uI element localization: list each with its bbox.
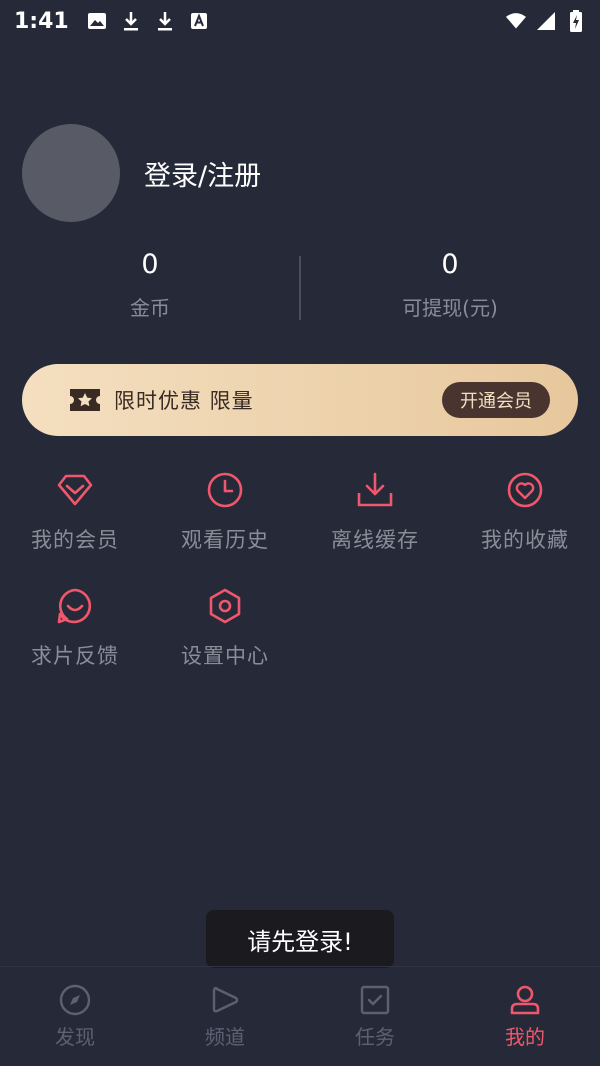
- user-icon: [508, 983, 542, 1017]
- vip-promo-text: 限时优惠 限量: [114, 389, 254, 413]
- coins-label: 金币: [130, 296, 170, 320]
- menu-item-membership[interactable]: 我的会员: [0, 470, 150, 562]
- bottom-nav: 发现 频道 任务 我的: [0, 966, 600, 1066]
- status-system-icons: [506, 10, 586, 32]
- battery-charging-icon: [566, 10, 586, 32]
- heart-circle-icon: [505, 470, 545, 510]
- open-membership-button[interactable]: 开通会员: [442, 382, 550, 418]
- withdrawable-label: 可提现(元): [402, 296, 498, 320]
- menu-item-favorites[interactable]: 我的收藏: [450, 470, 600, 562]
- menu-label: 设置中心: [181, 644, 269, 668]
- play-icon: [208, 983, 242, 1017]
- status-notification-icons: [87, 11, 209, 31]
- clock-icon: [205, 470, 245, 510]
- download-icon: [155, 11, 175, 31]
- withdrawable-value: 0: [441, 249, 459, 280]
- vip-promo-banner[interactable]: 限时优惠 限量 开通会员: [22, 364, 578, 436]
- nav-label: 发现: [55, 1025, 95, 1049]
- nav-label: 我的: [505, 1025, 545, 1049]
- feature-menu-grid: 我的会员 观看历史 离线缓存 我的收藏 求片反馈 设置中心: [0, 470, 600, 678]
- coins-stat[interactable]: 0 金币: [0, 246, 300, 326]
- nav-tab-channels[interactable]: 频道: [150, 967, 300, 1066]
- diamond-icon: [55, 470, 95, 510]
- menu-item-history[interactable]: 观看历史: [150, 470, 300, 562]
- menu-label: 求片反馈: [31, 644, 119, 668]
- image-icon: [87, 11, 107, 31]
- menu-label: 我的收藏: [481, 528, 569, 552]
- avatar[interactable]: [22, 124, 120, 222]
- signal-icon: [536, 11, 556, 31]
- stats-divider: [299, 256, 301, 320]
- menu-label: 观看历史: [181, 528, 269, 552]
- chat-smile-icon: [55, 586, 95, 626]
- nav-label: 任务: [355, 1025, 395, 1049]
- menu-item-settings[interactable]: 设置中心: [150, 586, 300, 678]
- profile-header[interactable]: 登录/注册: [22, 124, 261, 222]
- download-tray-icon: [355, 470, 395, 510]
- account-stats: 0 金币 0 可提现(元): [0, 246, 600, 326]
- nav-tab-mine[interactable]: 我的: [450, 967, 600, 1066]
- ticket-star-icon: [68, 387, 102, 413]
- wifi-icon: [506, 11, 526, 31]
- login-register-link[interactable]: 登录/注册: [144, 154, 261, 193]
- withdrawable-stat[interactable]: 0 可提现(元): [300, 246, 600, 326]
- coins-value: 0: [141, 249, 159, 280]
- status-time: 1:41: [14, 8, 69, 34]
- menu-label: 离线缓存: [331, 528, 419, 552]
- menu-label: 我的会员: [31, 528, 119, 552]
- hexagon-settings-icon: [205, 586, 245, 626]
- download-icon: [121, 11, 141, 31]
- compass-icon: [58, 983, 92, 1017]
- menu-item-offline-cache[interactable]: 离线缓存: [300, 470, 450, 562]
- nav-tab-discover[interactable]: 发现: [0, 967, 150, 1066]
- nav-label: 频道: [205, 1025, 245, 1049]
- toast-message: 请先登录!: [206, 910, 394, 968]
- status-bar: 1:41: [0, 0, 600, 42]
- menu-item-request-feedback[interactable]: 求片反馈: [0, 586, 150, 678]
- a-badge-icon: [189, 11, 209, 31]
- task-check-icon: [358, 983, 392, 1017]
- nav-tab-tasks[interactable]: 任务: [300, 967, 450, 1066]
